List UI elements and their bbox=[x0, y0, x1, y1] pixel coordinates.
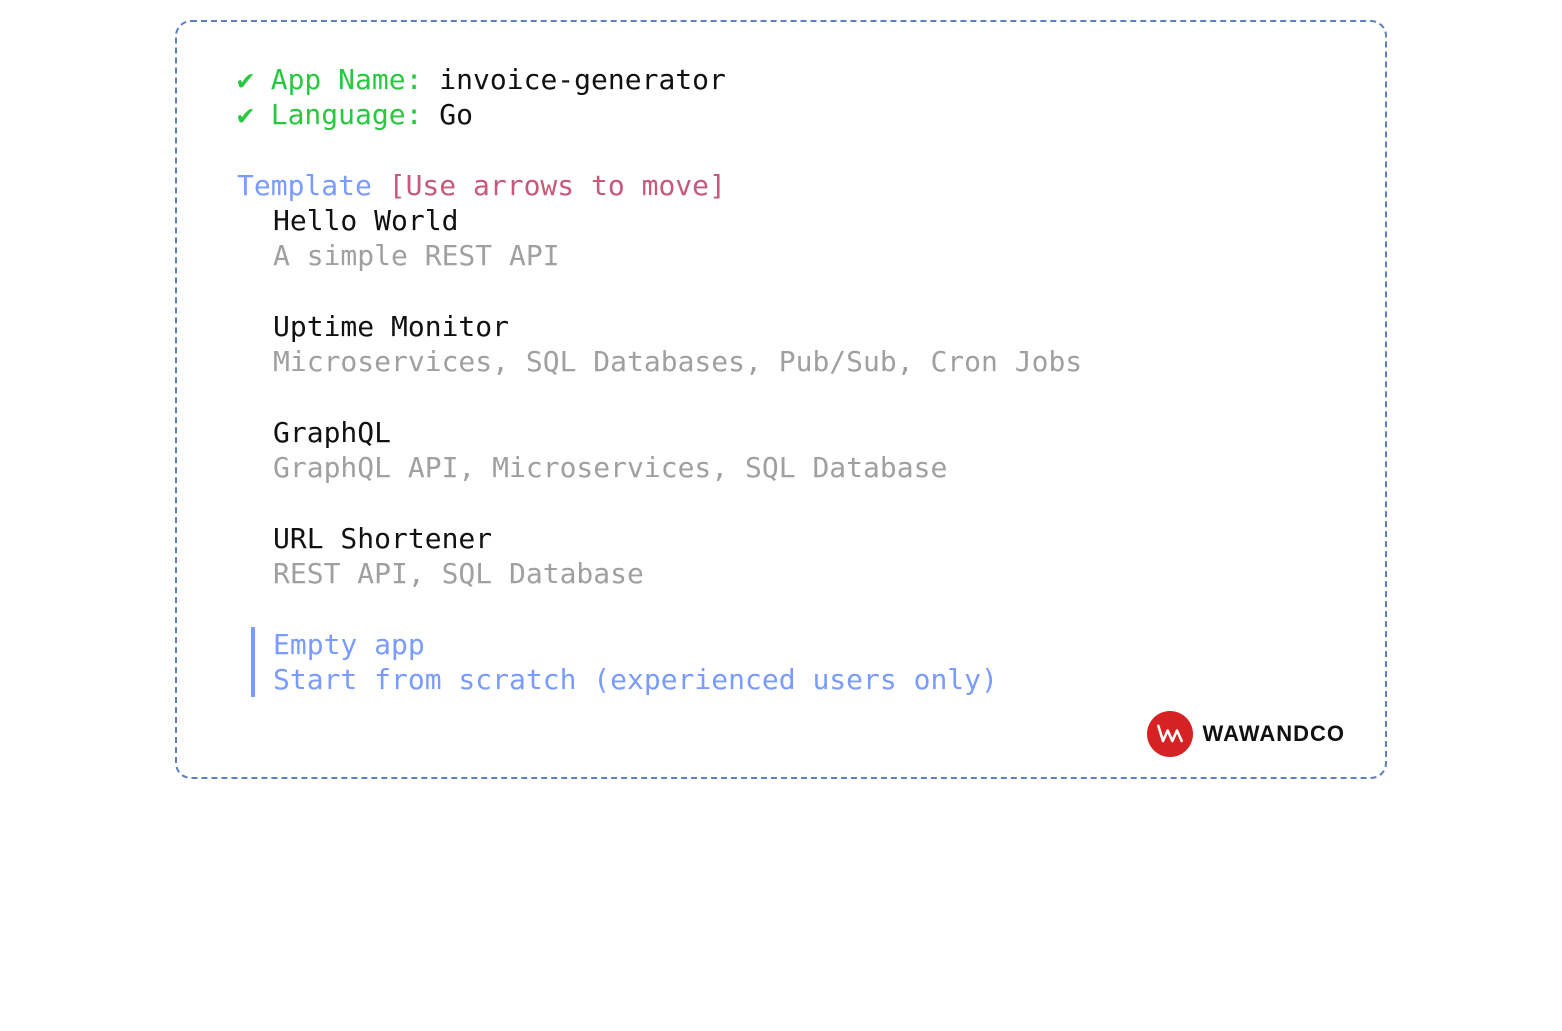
template-label: Template bbox=[237, 169, 372, 202]
field-language: ✔ Language: Go bbox=[237, 97, 1325, 132]
app-name-label: App Name: bbox=[271, 63, 423, 96]
template-option-desc: A simple REST API bbox=[273, 238, 1325, 273]
template-option-title: URL Shortener bbox=[273, 521, 1325, 556]
cli-panel: ✔ App Name: invoice-generator ✔ Language… bbox=[175, 20, 1387, 779]
spacer bbox=[237, 379, 1325, 415]
language-value: Go bbox=[439, 98, 473, 131]
template-option[interactable]: Hello World A simple REST API bbox=[237, 203, 1325, 273]
template-option[interactable]: Uptime Monitor Microservices, SQL Databa… bbox=[237, 309, 1325, 379]
template-option-desc: GraphQL API, Microservices, SQL Database bbox=[273, 450, 1325, 485]
template-option[interactable]: GraphQL GraphQL API, Microservices, SQL … bbox=[237, 415, 1325, 485]
template-header: Template [Use arrows to move] bbox=[237, 168, 1325, 203]
brand-logo-icon bbox=[1147, 711, 1193, 757]
check-icon: ✔ bbox=[237, 98, 254, 131]
template-option-desc: REST API, SQL Database bbox=[273, 556, 1325, 591]
template-option-title: Hello World bbox=[273, 203, 1325, 238]
template-option-desc: Start from scratch (experienced users on… bbox=[273, 662, 1325, 697]
template-option[interactable]: URL Shortener REST API, SQL Database bbox=[237, 521, 1325, 591]
template-option-selected[interactable]: Empty app Start from scratch (experience… bbox=[251, 627, 1325, 697]
template-option-title: GraphQL bbox=[273, 415, 1325, 450]
language-label: Language: bbox=[271, 98, 423, 131]
template-option-desc: Microservices, SQL Databases, Pub/Sub, C… bbox=[273, 344, 1325, 379]
template-hint: [Use arrows to move] bbox=[389, 169, 726, 202]
spacer bbox=[237, 132, 1325, 168]
template-option-title: Empty app bbox=[273, 627, 1325, 662]
spacer bbox=[237, 273, 1325, 309]
field-app-name: ✔ App Name: invoice-generator bbox=[237, 62, 1325, 97]
brand-logo-text: WAWANDCO bbox=[1203, 720, 1345, 748]
app-name-value: invoice-generator bbox=[439, 63, 726, 96]
brand-logo: WAWANDCO bbox=[1147, 711, 1345, 757]
template-option-title: Uptime Monitor bbox=[273, 309, 1325, 344]
spacer bbox=[237, 485, 1325, 521]
spacer bbox=[237, 591, 1325, 627]
check-icon: ✔ bbox=[237, 63, 254, 96]
